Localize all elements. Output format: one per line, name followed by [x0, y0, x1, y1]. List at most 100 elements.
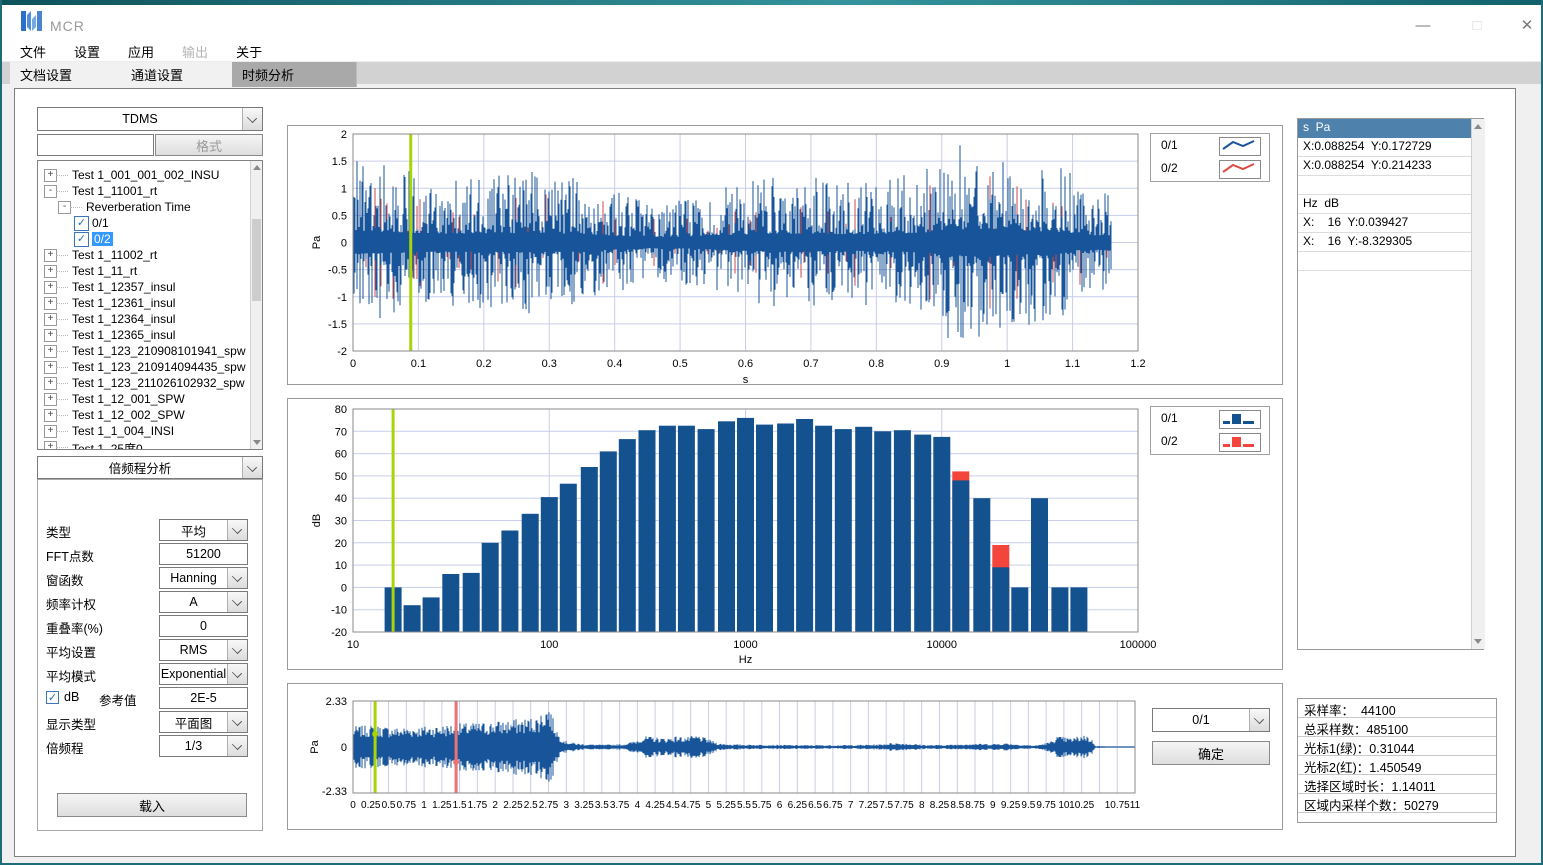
chevron-down-icon[interactable] — [242, 108, 262, 130]
spectrum-chart[interactable]: 80706050403020100-10-2010100100010000100… — [287, 398, 1283, 670]
format-button[interactable]: 格式 — [155, 134, 263, 156]
scroll-up-icon[interactable] — [1474, 124, 1482, 129]
tree-item[interactable]: +Test 1_12_002_SPW — [38, 407, 250, 423]
tree-item[interactable]: -Test 1_11001_rt — [38, 183, 250, 199]
tree-item[interactable]: ✓0/1 — [38, 215, 250, 231]
tree-item[interactable]: -Reverberation Time — [38, 199, 250, 215]
scroll-down-icon[interactable] — [1474, 639, 1482, 644]
svg-text:1.2: 1.2 — [1130, 358, 1145, 370]
freq-weighting-value: A — [160, 595, 227, 609]
tab-time-freq-analysis[interactable]: 时频分析 — [232, 62, 357, 87]
readout-row[interactable]: X:0.088254 Y:0.172729 — [1298, 138, 1471, 157]
tree-item[interactable]: +Test 1_123_210908101941_spw — [38, 343, 250, 359]
tree-item[interactable]: +Test 1_11002_rt — [38, 247, 250, 263]
readout-header-row[interactable]: s Pa — [1298, 119, 1471, 138]
load-button[interactable]: 载入 — [57, 793, 247, 817]
readout-row[interactable] — [1298, 176, 1471, 195]
chevron-down-icon[interactable] — [227, 568, 247, 588]
filter-input[interactable] — [37, 134, 154, 156]
readout-row[interactable]: X: 16 Y:0.039427 — [1298, 214, 1471, 233]
tab-bar: 文档设置通道设置时频分析 — [2, 62, 1541, 84]
svg-text:0.5: 0.5 — [672, 358, 687, 370]
tree-connector — [56, 351, 68, 352]
close-button[interactable]: ✕ — [1504, 15, 1543, 37]
svg-text:0.2: 0.2 — [476, 358, 491, 370]
tree-item[interactable]: +Test 1_001_001_002_INSU — [38, 167, 250, 183]
tree-item-label: Test 1_12357_insul — [72, 280, 175, 294]
svg-text:-1.5: -1.5 — [328, 319, 347, 331]
chevron-down-icon[interactable] — [1249, 709, 1269, 731]
svg-text:0: 0 — [341, 582, 347, 594]
legend-label: 0/1 — [1161, 411, 1178, 425]
overview-waveform-chart[interactable]: 2.330-2.3300.250.50.7511.251.51.7522.252… — [287, 683, 1283, 830]
scroll-down-icon[interactable] — [253, 440, 261, 445]
tree-item[interactable]: +Test 1_12361_insul — [38, 295, 250, 311]
tree-item-label: Test 1_11002_rt — [72, 248, 157, 262]
analysis-type-select[interactable]: 倍频程分析 — [37, 456, 263, 479]
tree-item[interactable]: +Test 1_12365_insul — [38, 327, 250, 343]
svg-text:100: 100 — [540, 639, 558, 651]
tab-channel-settings[interactable]: 通道设置 — [121, 62, 239, 87]
freq-weighting-select[interactable]: A — [159, 591, 248, 613]
chevron-down-icon[interactable] — [227, 640, 247, 660]
tree-connector — [56, 399, 68, 400]
tree-scroll-thumb[interactable] — [252, 219, 261, 301]
expand-plus-icon[interactable]: + — [44, 441, 57, 450]
tree-item[interactable]: +Test 1_123_211026102932_spw — [38, 375, 250, 391]
bar-series-icon — [1219, 410, 1261, 429]
readout-row[interactable]: X: 16 Y:-8.329305 — [1298, 233, 1471, 252]
tree-item-label: Test 1_12_002_SPW — [72, 408, 185, 422]
file-format-select[interactable]: TDMS — [37, 107, 263, 131]
average-setting-select[interactable]: RMS — [159, 639, 248, 661]
svg-text:0.1: 0.1 — [411, 358, 426, 370]
window-function-select[interactable]: Hanning — [159, 567, 248, 589]
svg-text:4.25: 4.25 — [645, 800, 665, 811]
tree-scrollbar[interactable] — [250, 161, 263, 449]
info-row: 光标1(绿)：0.31044 — [1298, 737, 1496, 756]
svg-text:Hz: Hz — [739, 654, 752, 666]
average-mode-select[interactable]: Exponential — [159, 663, 248, 685]
readout-scrollbar[interactable] — [1471, 119, 1485, 649]
channel-select[interactable]: 0/1 — [1152, 708, 1270, 732]
maximize-button[interactable]: □ — [1454, 15, 1500, 37]
tree-item[interactable]: ✓0/2 — [38, 231, 250, 247]
octave-select[interactable]: 1/3 — [159, 735, 248, 757]
legend-label: 0/2 — [1161, 434, 1178, 448]
tree-item[interactable]: +Test 1_1_004_INSI — [38, 423, 250, 439]
tree-item[interactable]: +Test 1_12364_insul — [38, 311, 250, 327]
legend-entry: 0/2 — [1151, 157, 1269, 180]
channel-checkbox[interactable]: ✓ — [74, 232, 89, 247]
tree-item[interactable]: +Test 1_12_001_SPW — [38, 391, 250, 407]
display-type-select[interactable]: 平面图 — [159, 711, 248, 733]
readout-row[interactable] — [1298, 252, 1471, 271]
minimize-button[interactable]: — — [1400, 15, 1446, 37]
overlap-input[interactable]: 0 — [159, 615, 248, 637]
file-format-value: TDMS — [38, 112, 242, 126]
chevron-down-icon[interactable] — [227, 736, 247, 756]
chevron-down-icon[interactable] — [227, 664, 247, 684]
fft-points-input[interactable]: 51200 — [159, 543, 248, 565]
tree-item[interactable]: +Test 1_11_rt — [38, 263, 250, 279]
tree-item[interactable]: +Test 1_25度0 — [38, 439, 250, 450]
tree-item-label: Test 1_11001_rt — [72, 184, 157, 198]
db-checkbox[interactable]: ✓ — [46, 691, 59, 704]
tree-item-label: Test 1_11_rt — [72, 264, 137, 278]
db-reference-input[interactable]: 2E-5 — [159, 687, 248, 709]
readout-row[interactable]: Hz dB — [1298, 195, 1471, 214]
svg-text:9.5: 9.5 — [1021, 800, 1035, 811]
confirm-button[interactable]: 确定 — [1152, 741, 1270, 765]
chevron-down-icon[interactable] — [242, 457, 262, 478]
chevron-down-icon[interactable] — [227, 520, 247, 540]
chevron-down-icon[interactable] — [227, 712, 247, 732]
type-select[interactable]: 平均 — [159, 519, 248, 541]
tree-item[interactable]: +Test 1_12357_insul — [38, 279, 250, 295]
tab-doc-settings[interactable]: 文档设置 — [10, 62, 128, 87]
tree-item-label: Test 1_123_211026102932_spw — [72, 376, 245, 390]
channel-checkbox[interactable]: ✓ — [74, 216, 89, 231]
scroll-up-icon[interactable] — [253, 165, 261, 170]
readout-row[interactable]: X:0.088254 Y:0.214233 — [1298, 157, 1471, 176]
chevron-down-icon[interactable] — [227, 592, 247, 612]
tree-item[interactable]: +Test 1_123_210914094435_spw — [38, 359, 250, 375]
time-waveform-chart[interactable]: 21.510.50-0.5-1-1.5-200.10.20.30.40.50.6… — [287, 125, 1283, 385]
tree-connector — [56, 383, 68, 384]
